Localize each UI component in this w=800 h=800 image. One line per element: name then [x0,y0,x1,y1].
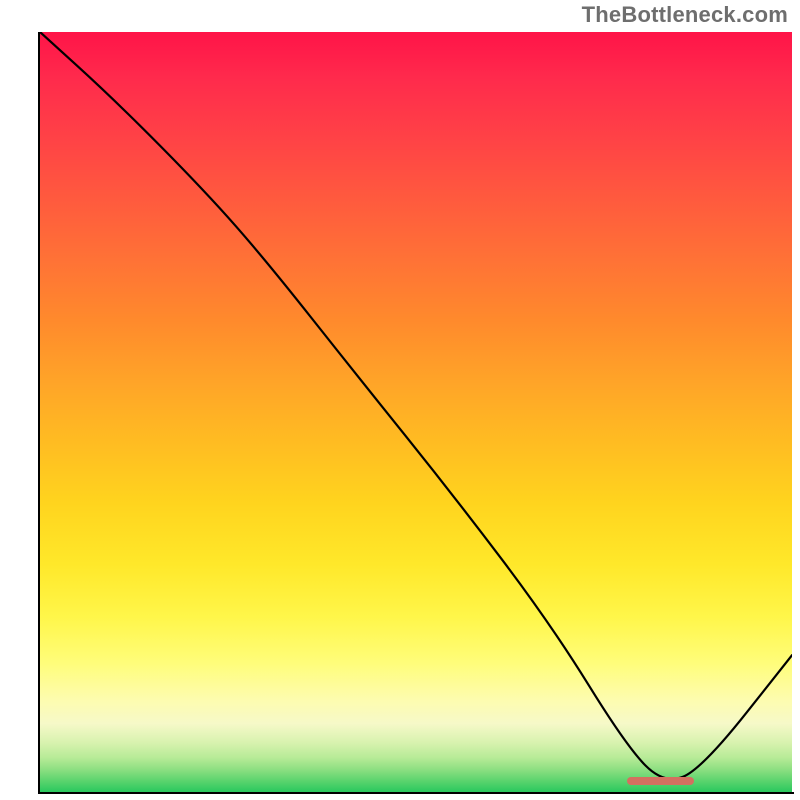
plot-area [40,32,792,792]
y-axis-line [38,32,40,792]
bottleneck-curve [40,32,792,792]
chart-canvas: TheBottleneck.com [0,0,800,800]
optimal-range-marker [627,777,695,785]
watermark-text: TheBottleneck.com [582,2,788,28]
x-axis-line [38,792,794,794]
